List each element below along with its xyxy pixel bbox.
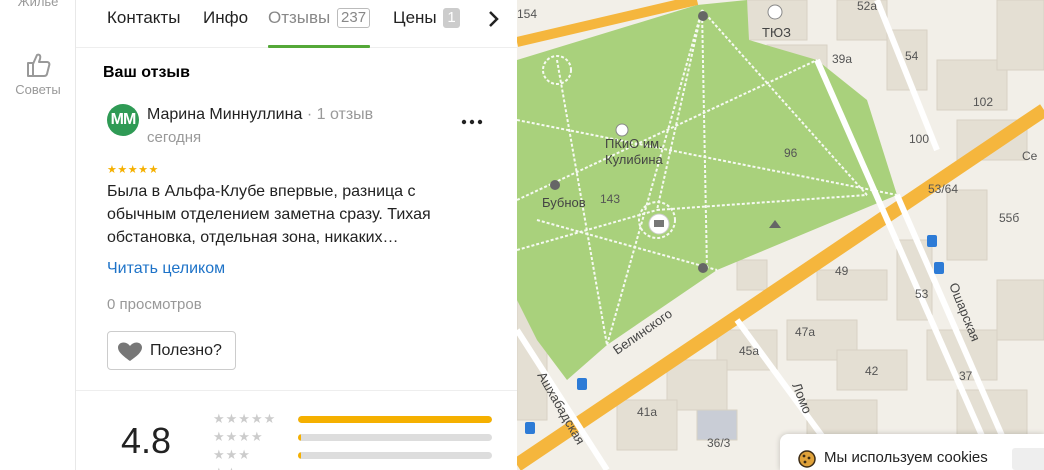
more-options-icon[interactable]	[460, 112, 484, 132]
map-label-53: 53	[915, 287, 929, 301]
map-label-52a: 52а	[857, 0, 877, 13]
map-label-45a: 45а	[739, 344, 759, 358]
map-label-tyuz: ТЮЗ	[762, 25, 791, 40]
map-label-5364: 53/64	[928, 182, 958, 196]
rating-bar-fill	[298, 452, 301, 459]
rating-bar-row: ★★★★★	[213, 411, 493, 426]
map-label-39a: 39а	[832, 52, 852, 66]
map-label-49: 49	[835, 264, 849, 278]
your-review-title: Ваш отзыв	[103, 64, 190, 81]
review-panel: Контакты Инфо Отзывы 237 Цены 1 Ваш отзы…	[76, 0, 517, 470]
map-label-96: 96	[784, 146, 798, 160]
tab-reviews-label: Отзывы	[268, 8, 331, 27]
tab-prices-label: Цены	[393, 8, 437, 27]
map-label-41a: 41а	[637, 405, 657, 419]
review-views: 0 просмотров	[107, 296, 202, 313]
map-label-100: 100	[909, 132, 929, 146]
rating-bar-row: ★★	[213, 465, 493, 470]
map-label-154: 154	[517, 7, 537, 21]
review-text: Была в Альфа-Клубе впервые, разница с об…	[107, 183, 431, 246]
rating-bar-track	[298, 452, 492, 459]
rating-bar-stars: ★★	[213, 465, 238, 470]
rating-bar-stars: ★★★★★	[213, 411, 277, 426]
map-label-47a: 47а	[795, 325, 815, 339]
map-label-556: 55б	[999, 211, 1019, 225]
rail-tips-label: Советы	[15, 82, 61, 97]
map-label-park2: Кулибина	[605, 152, 664, 167]
thumbs-up-icon	[27, 53, 51, 77]
review-stars: ★★★★★	[107, 164, 159, 176]
map-label-park: ПКиО им.	[605, 136, 663, 151]
chevron-right-icon[interactable]	[482, 8, 504, 30]
rail-item-tips[interactable]: Советы	[0, 52, 76, 97]
tab-reviews-count: 237	[337, 8, 371, 28]
review-author-name[interactable]: Марина Миннуллина	[147, 106, 302, 123]
rating-bar-fill	[298, 434, 301, 441]
map[interactable]: 154 52а ТЮЗ 39а 54 102 100 96 ПКиО им. К…	[517, 0, 1044, 470]
rating-bar-track	[298, 434, 492, 441]
avatar[interactable]: ММ	[107, 104, 139, 136]
tab-prices-count: 1	[443, 8, 460, 28]
map-label-143: 143	[600, 192, 620, 206]
overall-rating: 4.8	[121, 420, 172, 461]
map-label-102: 102	[973, 95, 993, 109]
heart-icon	[118, 342, 142, 361]
tabs-bar: Контакты Инфо Отзывы 237 Цены 1	[76, 0, 517, 48]
left-rail: Жильё Советы	[0, 0, 76, 470]
useful-label: Полезно?	[150, 342, 222, 359]
cookie-icon	[798, 450, 816, 468]
map-label-54: 54	[905, 49, 919, 63]
rail-item-housing[interactable]: Жильё	[0, 0, 76, 9]
cookie-accept-button[interactable]	[1012, 448, 1044, 470]
review-date: сегодня	[147, 129, 202, 146]
cookie-banner: Мы используем cookies	[780, 434, 1044, 470]
tab-prices[interactable]: Цены 1	[393, 8, 460, 48]
map-label-42: 42	[865, 364, 879, 378]
read-more-link[interactable]: Читать целиком	[107, 260, 225, 278]
tab-contacts[interactable]: Контакты	[107, 8, 180, 48]
review-author-count: 1 отзыв	[316, 106, 374, 123]
map-label-363: 36/3	[707, 436, 731, 450]
rating-bar-fill	[298, 416, 492, 423]
rating-bar-stars: ★★★	[213, 447, 251, 462]
rating-bar-row: ★★★	[213, 447, 493, 462]
divider	[76, 390, 517, 391]
review-author-line: Марина Миннуллина · 1 отзыв	[147, 106, 374, 123]
rating-bar-track	[298, 416, 492, 423]
tab-contacts-label: Контакты	[107, 8, 181, 27]
useful-button[interactable]: Полезно?	[107, 331, 236, 370]
rail-housing-label: Жильё	[17, 0, 59, 9]
map-label-37: 37	[959, 369, 973, 383]
map-canvas[interactable]: 154 52а ТЮЗ 39а 54 102 100 96 ПКиО им. К…	[517, 0, 1044, 470]
rating-bar-row: ★★★★	[213, 429, 493, 444]
cookie-text: Мы используем cookies	[824, 449, 988, 466]
map-label-bubnov: Бубнов	[542, 195, 586, 210]
map-label-ce: Се	[1022, 149, 1038, 163]
tab-info-label: Инфо	[203, 8, 249, 27]
tab-info[interactable]: Инфо	[203, 8, 248, 48]
rating-bar-stars: ★★★★	[213, 429, 264, 444]
tab-reviews[interactable]: Отзывы 237	[268, 8, 371, 48]
